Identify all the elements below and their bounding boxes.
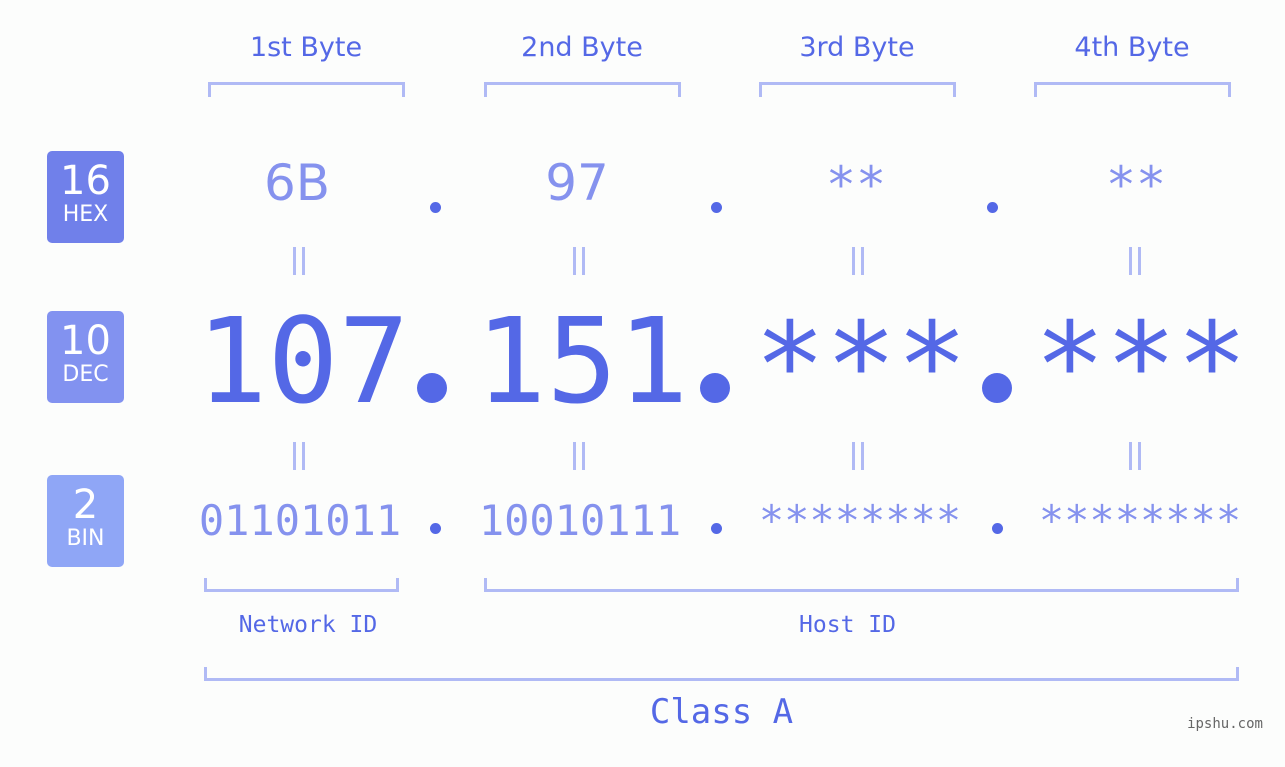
equals-icon (290, 442, 306, 470)
dec-dot-2 (700, 373, 730, 403)
hex-byte-3: ** (825, 156, 887, 214)
bin-dot-2 (711, 523, 722, 534)
hex-byte-4: ** (1105, 156, 1167, 214)
equals-icon (1126, 442, 1142, 470)
network-id-bracket (204, 578, 399, 592)
hex-dot-1 (430, 202, 441, 213)
watermark: ipshu.com (1187, 716, 1263, 732)
bin-badge-number: 2 (72, 482, 99, 528)
hex-badge-number: 16 (60, 158, 111, 204)
byte-bracket-4 (1034, 82, 1231, 97)
hex-badge-label: HEX (62, 202, 109, 227)
hex-badge: 16 HEX (47, 151, 124, 243)
class-label: Class A (649, 692, 794, 732)
dec-badge: 10 DEC (47, 311, 124, 403)
dec-byte-1: 107 (196, 292, 410, 430)
byte-header-2: 2nd Byte (521, 32, 643, 63)
dec-badge-label: DEC (62, 362, 109, 387)
bin-byte-2: 10010111 (478, 496, 682, 545)
bin-dot-3 (992, 523, 1003, 534)
host-id-bracket (484, 578, 1239, 592)
byte-header-1: 1st Byte (249, 32, 363, 63)
equals-icon (570, 442, 586, 470)
dec-dot-3 (982, 373, 1012, 403)
byte-bracket-3 (759, 82, 956, 97)
bin-badge: 2 BIN (47, 475, 124, 567)
dec-badge-number: 10 (60, 318, 111, 364)
dec-byte-2: 151 (475, 292, 689, 430)
hex-dot-2 (711, 202, 722, 213)
dec-byte-4: *** (1034, 296, 1248, 434)
dec-dot-1 (417, 373, 447, 403)
byte-header-3: 3rd Byte (799, 32, 915, 63)
byte-bracket-2 (484, 82, 681, 97)
host-id-label: Host ID (799, 612, 896, 638)
hex-byte-1: 6B (263, 154, 331, 212)
bin-dot-1 (430, 523, 441, 534)
equals-icon (570, 247, 586, 275)
equals-icon (290, 247, 306, 275)
equals-icon (849, 247, 865, 275)
bin-badge-label: BIN (66, 526, 105, 551)
equals-icon (1126, 247, 1142, 275)
network-id-label: Network ID (238, 612, 378, 638)
bin-byte-1: 01101011 (198, 496, 402, 545)
equals-icon (849, 442, 865, 470)
byte-bracket-1 (208, 82, 405, 97)
hex-byte-2: 97 (545, 154, 609, 212)
bin-byte-3: ******** (758, 496, 962, 545)
dec-byte-3: *** (754, 296, 968, 434)
byte-header-4: 4th Byte (1074, 32, 1190, 63)
hex-dot-3 (987, 202, 998, 213)
class-bracket (204, 667, 1239, 681)
bin-byte-4: ******** (1038, 496, 1242, 545)
